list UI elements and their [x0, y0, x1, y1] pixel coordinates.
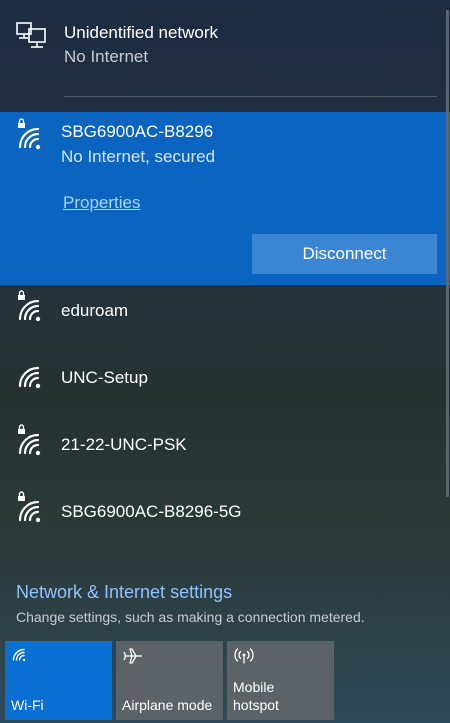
network-list-item[interactable]: UNC-Setup: [0, 357, 440, 409]
scrollbar[interactable]: [446, 10, 449, 497]
network-name: 21-22-UNC-PSK: [61, 435, 187, 454]
secured-wifi-icon: [16, 118, 50, 157]
network-name: UNC-Setup: [61, 368, 148, 387]
network-name: SBG6900AC-B8296-5G: [61, 502, 242, 521]
wired-network-icon: [14, 20, 50, 52]
selected-network-status: No Internet, secured: [61, 147, 216, 166]
wifi-icon: [16, 357, 50, 396]
network-list-item[interactable]: eduroam: [0, 290, 440, 342]
wifi-icon: [11, 647, 106, 663]
wired-network-status: No Internet: [64, 47, 149, 66]
divider: [64, 96, 437, 97]
wifi-tile-label: Wi-Fi: [11, 697, 44, 713]
network-list-item[interactable]: 21-22-UNC-PSK: [0, 424, 440, 476]
disconnect-button[interactable]: Disconnect: [252, 234, 437, 274]
wired-network-name[interactable]: Unidentified network: [64, 23, 218, 43]
wifi-toggle-tile[interactable]: Wi-Fi: [5, 641, 112, 720]
mobile-hotspot-tile[interactable]: Mobile hotspot: [227, 641, 334, 720]
network-list-item[interactable]: SBG6900AC-B8296-5G: [0, 491, 440, 543]
secured-wifi-icon: [16, 424, 50, 463]
selected-network-name: SBG6900AC-B8296: [61, 122, 214, 141]
airplane-tile-label: Airplane mode: [122, 697, 213, 713]
hotspot-icon: [233, 647, 328, 665]
airplane-mode-tile[interactable]: Airplane mode: [116, 641, 223, 720]
network-settings-link[interactable]: Network & Internet settings: [16, 582, 232, 603]
network-name: eduroam: [61, 301, 129, 320]
airplane-icon: [122, 647, 217, 665]
properties-link[interactable]: Properties: [63, 193, 140, 213]
hotspot-label-line1: Mobile: [233, 679, 275, 695]
hotspot-tile-label: Mobile hotspot: [233, 678, 279, 714]
secured-wifi-icon: [16, 290, 50, 329]
secured-wifi-icon: [16, 491, 50, 530]
hotspot-label-line2: hotspot: [233, 697, 279, 713]
network-settings-description: Change settings, such as making a connec…: [16, 609, 365, 625]
